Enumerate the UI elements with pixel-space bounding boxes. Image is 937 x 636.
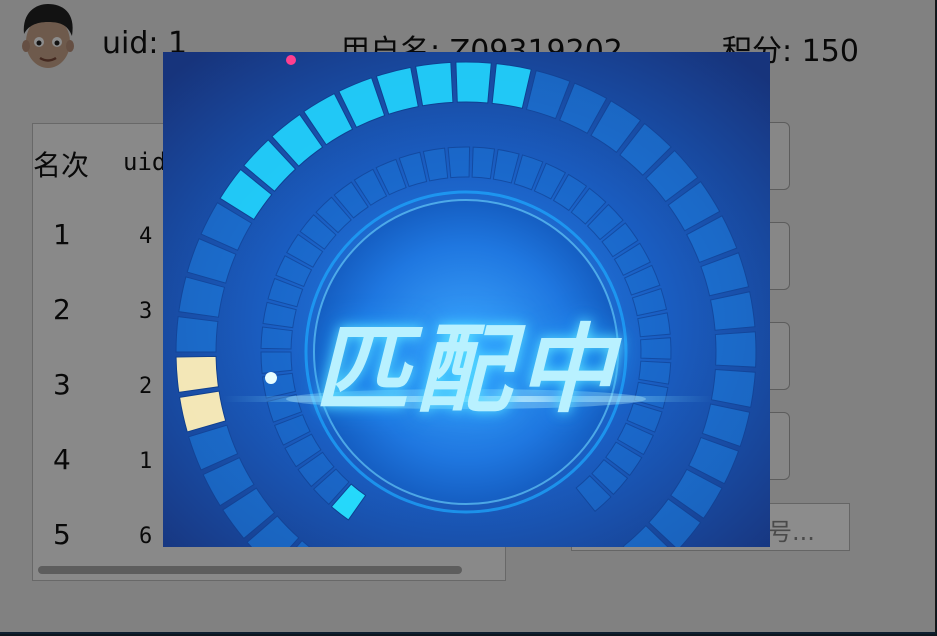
ring-segment (455, 61, 492, 104)
matching-dialog: 匹配中 (163, 52, 770, 547)
ring-segment (415, 61, 454, 107)
ring-segment (447, 146, 471, 179)
ring-segment (471, 146, 496, 180)
matching-ring-graphic (163, 52, 770, 547)
matching-label: 匹配中 (313, 314, 620, 426)
